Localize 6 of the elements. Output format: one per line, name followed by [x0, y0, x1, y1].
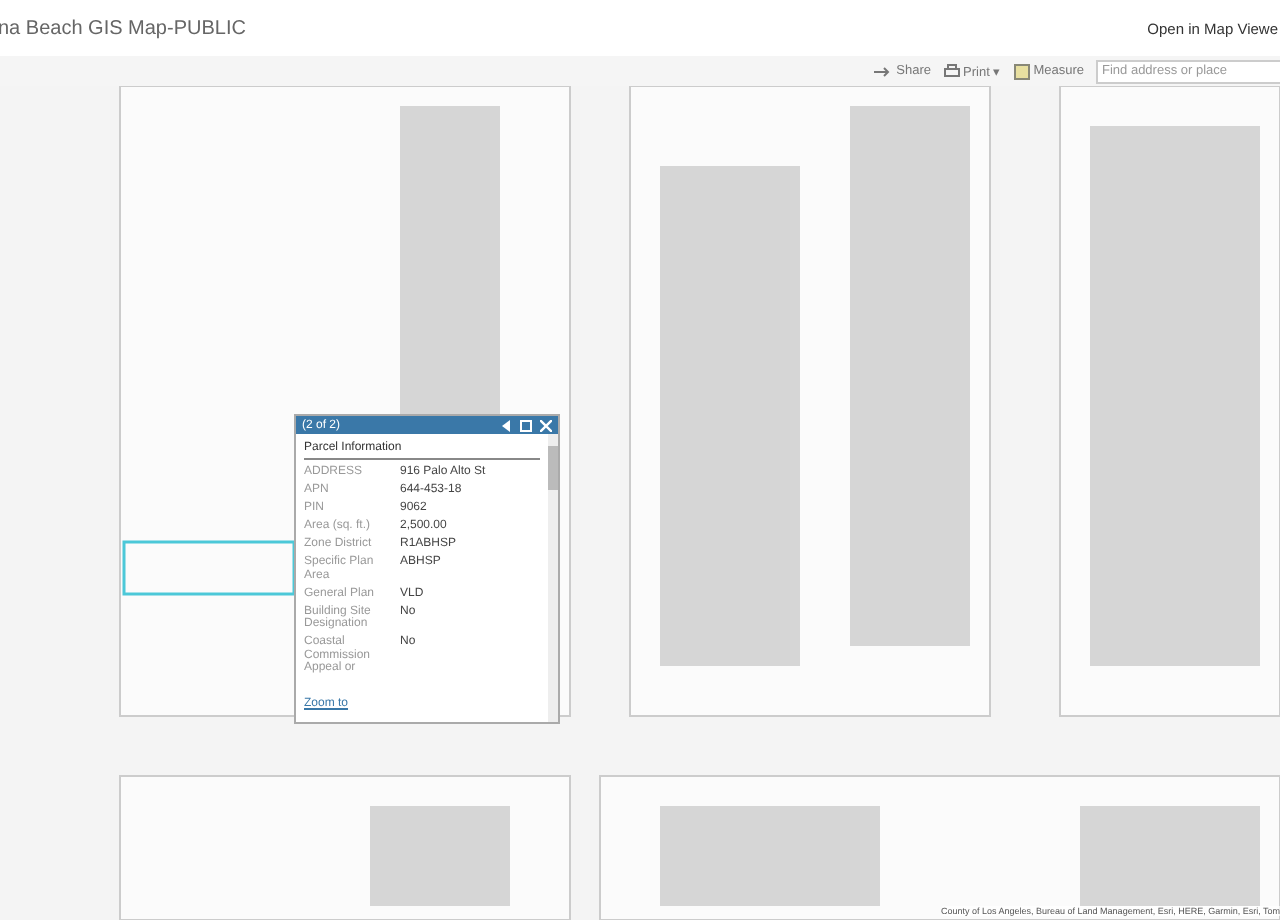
scrollbar[interactable] [548, 434, 558, 722]
maximize-icon[interactable] [520, 419, 532, 431]
app-title: na Beach GIS Map-PUBLIC [0, 17, 246, 39]
printer-icon [943, 63, 960, 79]
close-icon[interactable] [540, 419, 552, 431]
arrow-icon [874, 65, 893, 77]
